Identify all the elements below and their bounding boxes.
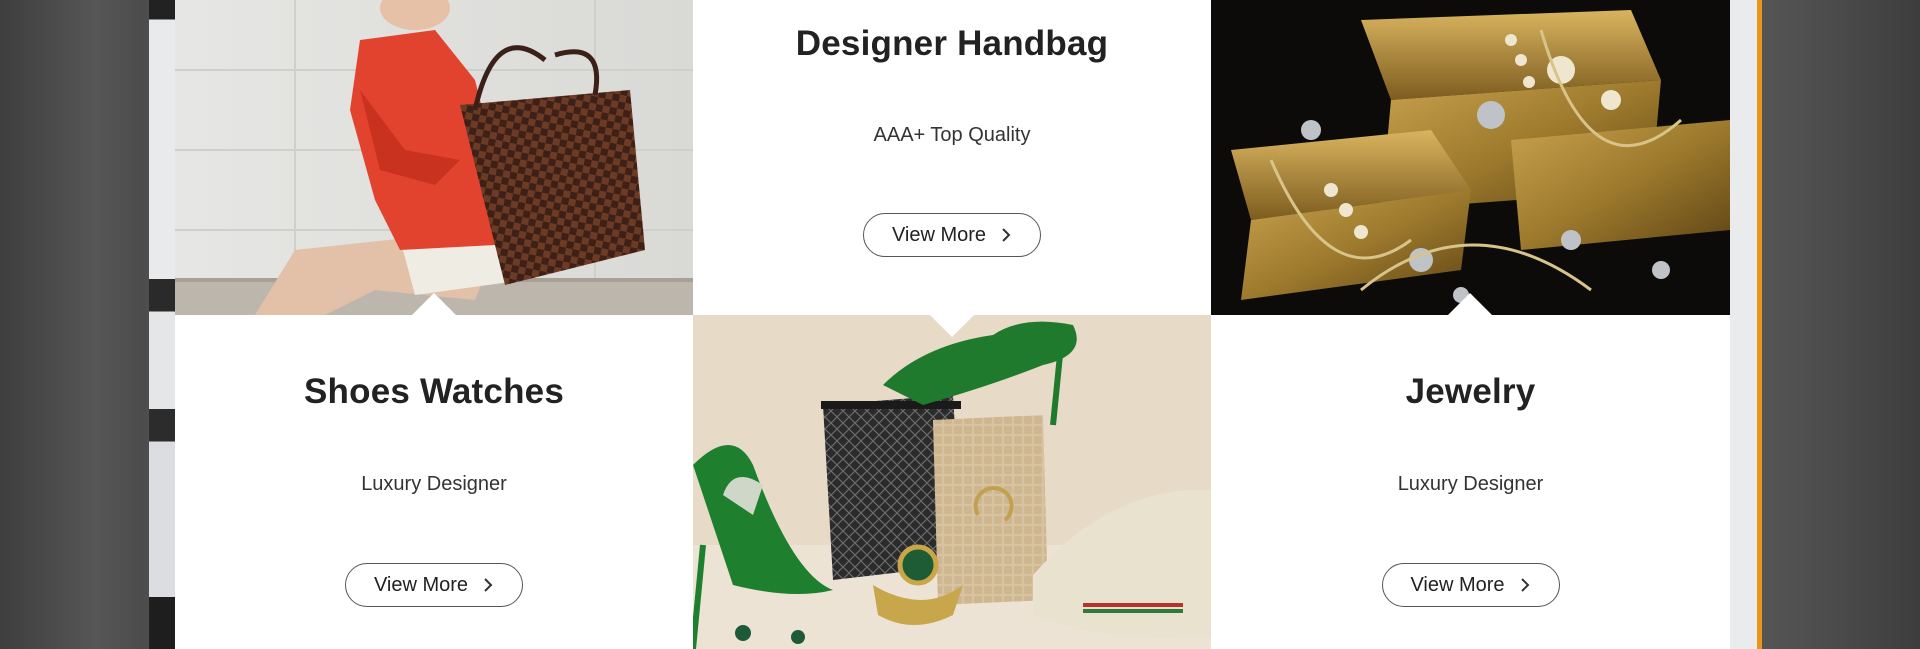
frame-right-accent (1757, 0, 1762, 649)
jewelry-photo (1211, 0, 1730, 315)
category-subtitle: Luxury Designer (1397, 473, 1544, 495)
view-more-label: View More (373, 573, 469, 596)
handbag-photo (175, 0, 693, 315)
category-card-handbag: Designer Handbag AAA+ Top Quality View M… (693, 0, 1211, 315)
category-subtitle: Luxury Designer (361, 473, 507, 495)
view-more-label: View More (891, 223, 987, 246)
category-grid: Designer Handbag AAA+ Top Quality View M… (175, 0, 1730, 649)
jewelry-image[interactable] (1211, 0, 1730, 315)
view-more-label: View More (1410, 573, 1505, 596)
chevron-right-icon (484, 578, 493, 592)
chevron-right-icon (1002, 228, 1011, 242)
shoes-image[interactable] (693, 315, 1211, 649)
handbag-image[interactable] (175, 0, 693, 315)
background-right (1760, 0, 1920, 649)
view-more-button[interactable]: View More (345, 563, 523, 607)
notch-pointer (930, 315, 974, 337)
frame-left-strip (149, 0, 175, 649)
category-card-jewelry: Jewelry Luxury Designer View More (1211, 315, 1730, 649)
category-title: Designer Handbag (795, 24, 1109, 63)
category-title: Jewelry (1405, 372, 1536, 411)
notch-pointer (412, 293, 456, 315)
view-more-button[interactable]: View More (1381, 563, 1560, 607)
shoes-photo (693, 315, 1211, 649)
category-title: Shoes Watches (304, 372, 564, 411)
view-more-button[interactable]: View More (863, 213, 1041, 257)
category-card-shoes-watches: Shoes Watches Luxury Designer View More (175, 315, 693, 649)
frame-right-strip (1730, 0, 1757, 649)
chevron-right-icon (1520, 578, 1529, 592)
category-subtitle: AAA+ Top Quality (873, 124, 1031, 146)
notch-pointer (1448, 293, 1492, 315)
